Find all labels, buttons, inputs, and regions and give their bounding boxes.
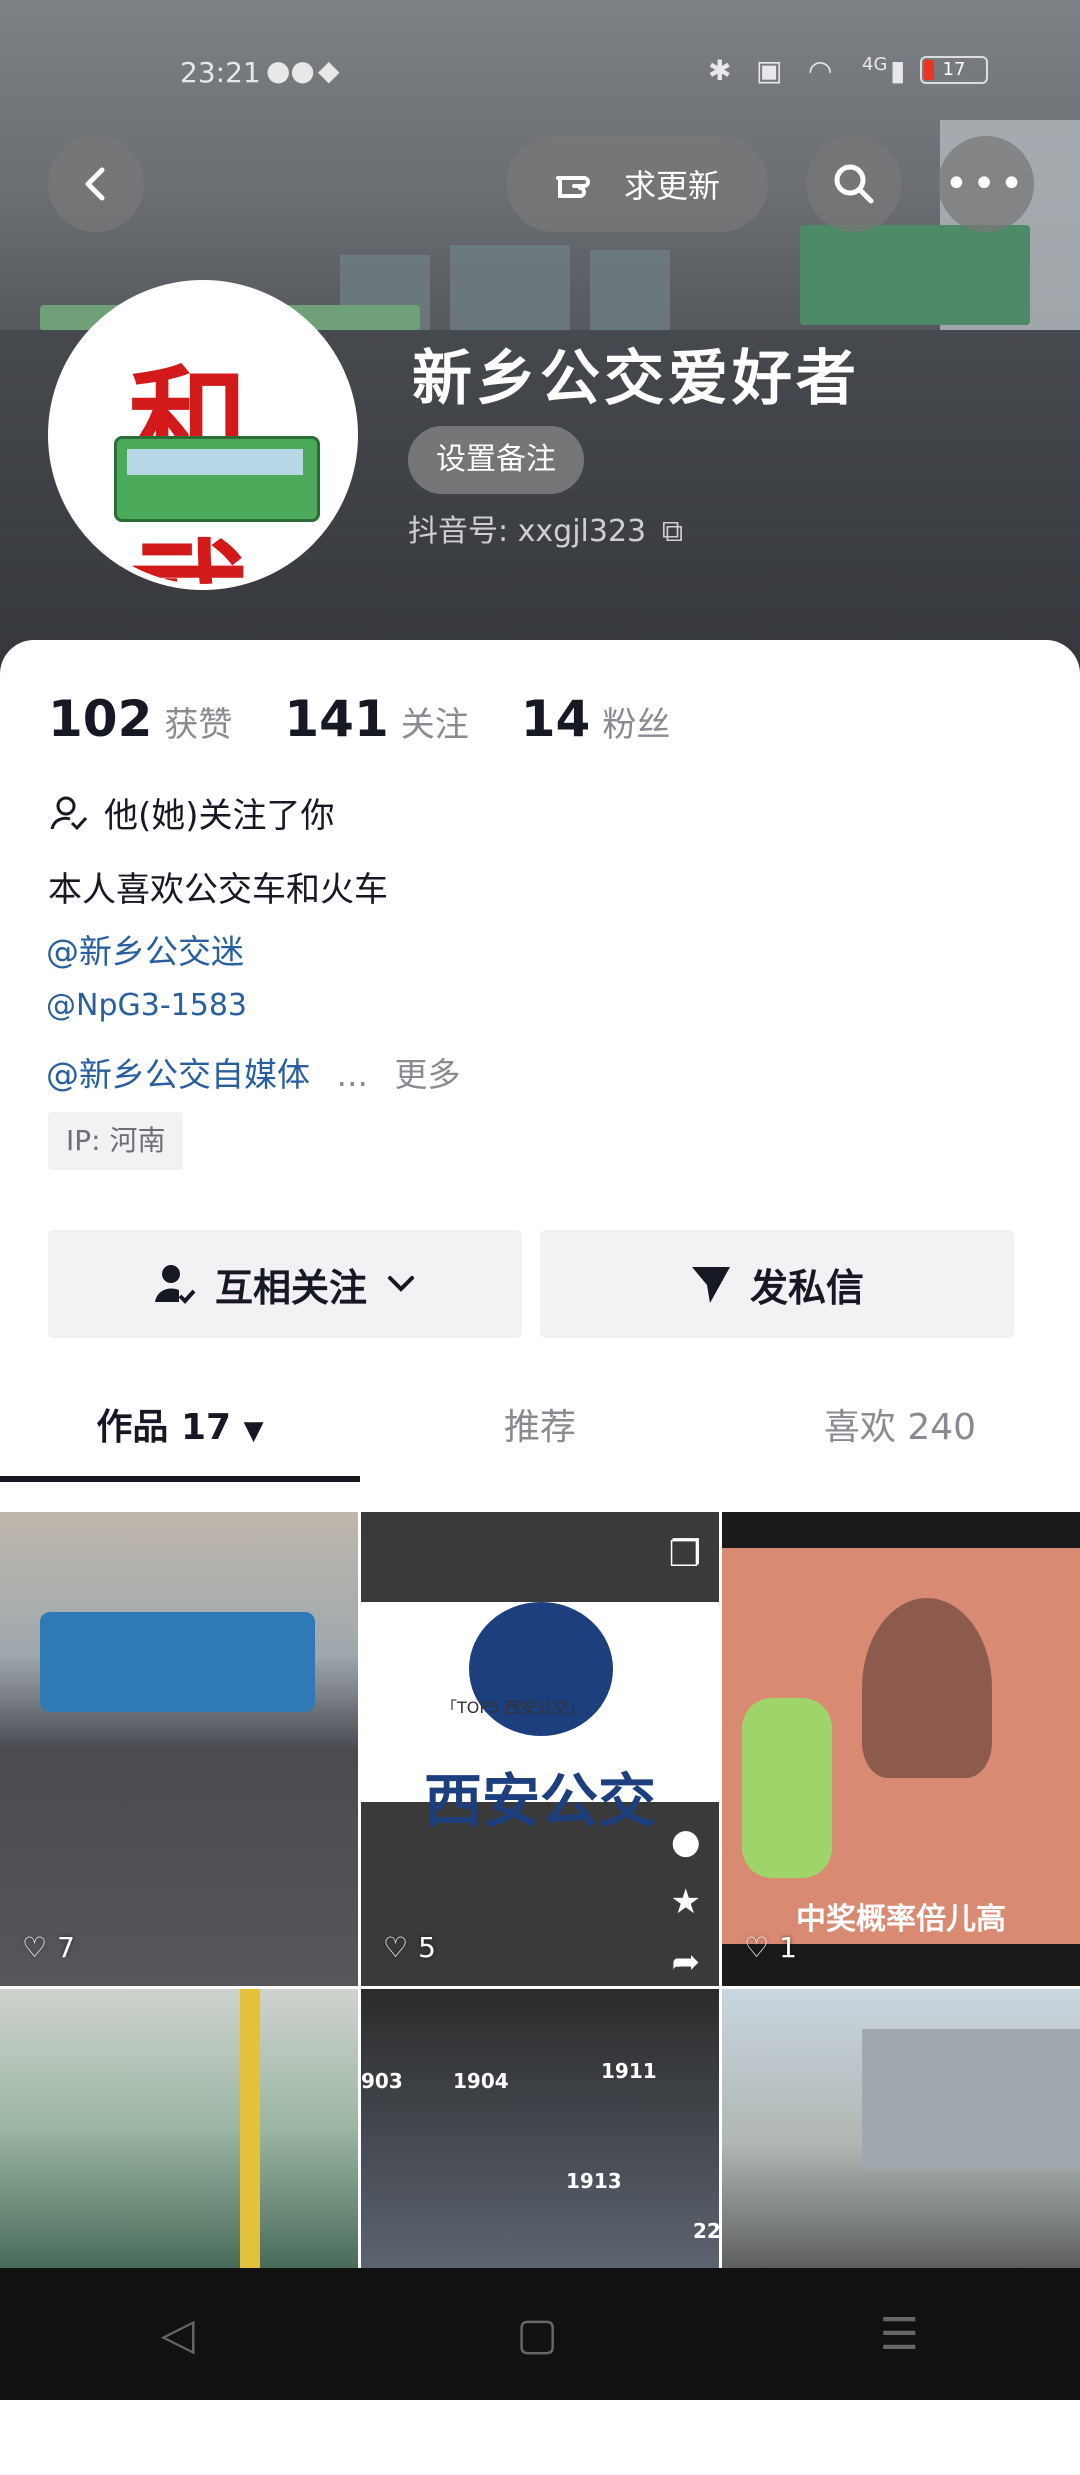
tab-works[interactable]: 作品 17 ▼ (0, 1380, 360, 1476)
cartoon-image (722, 1548, 1080, 1944)
video-thumbnail[interactable]: 西安公交 「TOP5 西安公交」 ❐ ● ★ ➦ ♡ 5 (361, 1512, 719, 1986)
content-tabs: 作品 17 ▼ 推荐 喜欢 240 (0, 1380, 1080, 1482)
set-remark-button[interactable]: 设置备注 (408, 426, 584, 494)
like-count: ♡ 5 (383, 1931, 436, 1964)
back-button[interactable] (48, 136, 144, 232)
hd-icon: ▣ (756, 54, 783, 87)
video-thumbnail[interactable]: 903 1904 1911 1913 22 (361, 1989, 719, 2268)
search-button[interactable] (806, 136, 902, 232)
bio-last-line: @新乡公交自媒体 ... 更多 (46, 1048, 460, 1096)
ellipsis: ... (336, 1055, 368, 1094)
comment-icon: ● (670, 1822, 701, 1862)
video-label: 1911 (601, 2059, 657, 2083)
battery-icon: 17 (920, 56, 988, 84)
video-title: 西安公交 (423, 1767, 656, 1835)
avatar-bus-image (114, 436, 320, 522)
send-message-button[interactable]: 发私信 (540, 1230, 1014, 1338)
bus-image (40, 1612, 315, 1712)
douyin-id[interactable]: 抖音号: xxgjl323 ⧉ (408, 506, 683, 550)
followed-you-note: 他(她)关注了你 (48, 788, 335, 837)
douyin-id-value: xxgjl323 (517, 514, 647, 549)
like-count: ♡ 7 (22, 1931, 75, 1964)
paper-plane-icon (691, 1267, 730, 1303)
stats-row: 102 获赞 141 关注 14 粉丝 (48, 690, 670, 748)
user-check-icon (154, 1265, 196, 1304)
wechat-icon: ●● (266, 54, 315, 87)
request-update-button[interactable]: 求更新 (506, 136, 768, 232)
chevron-left-icon (85, 167, 105, 201)
video-label: 22 (693, 2219, 719, 2243)
ip-location-badge: IP: 河南 (48, 1112, 184, 1170)
hand-point-icon (555, 176, 590, 198)
video-thumbnail[interactable]: 中奖概率倍儿高 ♡ 1 (722, 1512, 1080, 1986)
video-thumbnail[interactable]: ♡ 7 (0, 1512, 358, 1986)
more-options-button[interactable]: ••• (938, 136, 1034, 232)
request-update-label: 求更新 (623, 167, 720, 205)
heart-icon: ♡ (22, 1931, 48, 1964)
username: 新乡公交爱好者 (412, 344, 860, 414)
heart-icon: ♡ (744, 1931, 770, 1964)
fans-stat[interactable]: 14 粉丝 (521, 690, 671, 748)
tab-recommend[interactable]: 推荐 (360, 1380, 720, 1476)
mention-link[interactable]: @新乡公交迷 (46, 925, 244, 973)
back-nav-icon[interactable]: ◁ (161, 2309, 195, 2360)
likes-stat[interactable]: 102 获赞 (48, 690, 232, 748)
like-count: ♡ 1 (744, 1931, 797, 1964)
recents-nav-icon[interactable]: ☰ (880, 2309, 919, 2360)
wifi-icon: ◠ (808, 54, 833, 87)
home-nav-icon[interactable]: ▢ (516, 2309, 558, 2360)
mention-link[interactable]: @NpG3-1583 (46, 988, 247, 1023)
bluetooth-icon: ✱ (708, 54, 732, 87)
douyin-id-label: 抖音号: (408, 514, 509, 549)
signal-icon: ▮ (890, 54, 906, 87)
multi-image-icon: ❐ (668, 1534, 701, 1575)
baidu-icon: ◆ (318, 54, 340, 87)
bio-text: 本人喜欢公交车和火车 (48, 870, 388, 910)
active-tab-indicator (0, 1476, 360, 1482)
share-icon: ➦ (671, 1942, 701, 1982)
following-stat[interactable]: 141 关注 (284, 690, 468, 748)
user-icon (50, 796, 88, 830)
copy-icon[interactable]: ⧉ (662, 514, 683, 549)
status-time: 23:21 (180, 56, 261, 89)
video-thumbnail[interactable] (0, 1989, 358, 2268)
video-subtitle: 「TOP5 西安公交」 (441, 1698, 585, 1717)
video-label: 1904 (453, 2069, 509, 2093)
video-label: 1913 (566, 2169, 622, 2193)
avatar[interactable]: 和武 (48, 280, 358, 590)
status-bar: 23:21 ●● ◆ ✱ ▣ ◠ 4G ▮ 17 (0, 46, 1080, 96)
more-dots-icon: ••• (944, 161, 1028, 207)
video-label: 903 (361, 2069, 403, 2093)
star-icon: ★ (670, 1882, 701, 1922)
chevron-down-icon (388, 1276, 414, 1292)
system-nav-bar: ◁ ▢ ☰ (0, 2268, 1080, 2400)
network-label: 4G (862, 54, 888, 75)
heart-icon: ♡ (383, 1931, 409, 1964)
more-link[interactable]: 更多 (394, 1055, 460, 1094)
mention-link[interactable]: @新乡公交自媒体 (46, 1055, 310, 1094)
caret-down-icon: ▼ (243, 1416, 264, 1446)
mutual-follow-button[interactable]: 互相关注 (48, 1230, 522, 1338)
video-thumbnail[interactable] (722, 1989, 1080, 2268)
search-icon (834, 164, 874, 204)
tab-liked[interactable]: 喜欢 240 (720, 1380, 1080, 1476)
